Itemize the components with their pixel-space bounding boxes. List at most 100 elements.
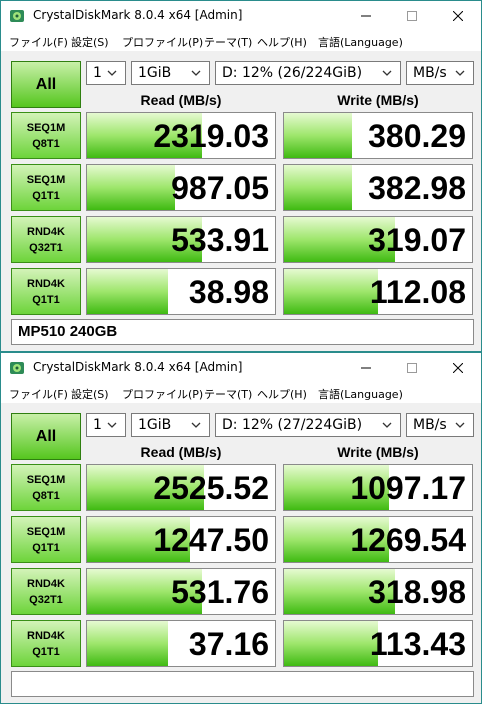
test-label-line2: Q8T1 <box>32 489 60 502</box>
close-icon <box>453 363 463 373</box>
test-button-seq1m-q8t1[interactable]: SEQ1M Q8T1 <box>11 464 81 511</box>
menu-bar: ファイル(F) 設定(S) プロファイル(P) テーマ(T) ヘルプ(H) 言語… <box>1 31 481 51</box>
menu-theme[interactable]: テーマ(T) <box>204 34 252 50</box>
chevron-down-icon <box>455 70 465 76</box>
test-label-line1: RND4K <box>27 577 65 590</box>
test-button-rnd4k-q32t1[interactable]: RND4K Q32T1 <box>11 216 81 263</box>
minimize-button[interactable] <box>343 1 389 31</box>
test-button-rnd4k-q1t1[interactable]: RND4K Q1T1 <box>11 268 81 315</box>
read-result: 987.05 <box>86 164 276 211</box>
test-label-line2: Q1T1 <box>32 293 60 306</box>
menu-file[interactable]: ファイル(F) <box>9 386 68 402</box>
test-label-line1: RND4K <box>27 277 65 290</box>
test-button-seq1m-q1t1[interactable]: SEQ1M Q1T1 <box>11 164 81 211</box>
drive-value: D: 12% (26/224GiB) <box>222 65 363 81</box>
cdm-window-bottom: CrystalDiskMark 8.0.4 x64 [Admin] ファイル(F… <box>0 352 482 704</box>
chevron-down-icon <box>455 422 465 428</box>
test-button-rnd4k-q1t1[interactable]: RND4K Q1T1 <box>11 620 81 667</box>
minimize-icon <box>361 15 371 17</box>
read-header: Read (MB/s) <box>140 92 222 108</box>
comment-field[interactable] <box>11 671 474 697</box>
read-value: 987.05 <box>171 170 269 206</box>
chevron-down-icon <box>191 70 201 76</box>
write-level-bar <box>284 165 352 210</box>
test-button-seq1m-q8t1[interactable]: SEQ1M Q8T1 <box>11 112 81 159</box>
read-header: Read (MB/s) <box>140 444 222 460</box>
size-value: 1GiB <box>138 417 172 433</box>
test-label-line2: Q8T1 <box>32 137 60 150</box>
menu-theme[interactable]: テーマ(T) <box>204 386 252 402</box>
write-result: 382.98 <box>283 164 473 211</box>
unit-select[interactable]: MB/s <box>406 413 474 437</box>
drive-select[interactable]: D: 12% (26/224GiB) <box>215 61 401 85</box>
menu-file[interactable]: ファイル(F) <box>9 34 68 50</box>
menu-language[interactable]: 言語(Language) <box>318 386 403 402</box>
write-level-bar <box>284 113 352 158</box>
size-select[interactable]: 1GiB <box>131 413 210 437</box>
maximize-button[interactable] <box>389 353 435 383</box>
write-value: 319.07 <box>368 222 466 258</box>
write-level-bar <box>284 269 378 314</box>
close-button[interactable] <box>435 1 481 31</box>
write-result: 319.07 <box>283 216 473 263</box>
close-icon <box>453 11 463 21</box>
menu-help[interactable]: ヘルプ(H) <box>257 386 307 402</box>
test-button-rnd4k-q32t1[interactable]: RND4K Q32T1 <box>11 568 81 615</box>
test-label-line1: SEQ1M <box>26 173 66 186</box>
write-result: 1269.54 <box>283 516 473 563</box>
write-level-bar <box>284 621 378 666</box>
menu-profile[interactable]: プロファイル(P) <box>122 386 203 402</box>
write-header: Write (MB/s) <box>337 444 419 460</box>
test-button-seq1m-q1t1[interactable]: SEQ1M Q1T1 <box>11 516 81 563</box>
drive-select[interactable]: D: 12% (27/224GiB) <box>215 413 401 437</box>
write-value: 382.98 <box>368 170 466 206</box>
read-level-bar <box>87 269 168 314</box>
menu-settings[interactable]: 設定(S) <box>71 386 109 402</box>
menu-language[interactable]: 言語(Language) <box>318 34 403 50</box>
minimize-button[interactable] <box>343 353 389 383</box>
maximize-icon <box>407 363 417 373</box>
read-result: 1247.50 <box>86 516 276 563</box>
write-value: 1269.54 <box>350 522 466 558</box>
maximize-button[interactable] <box>389 1 435 31</box>
count-select[interactable]: 1 <box>86 61 126 85</box>
test-label-line1: RND4K <box>27 629 65 642</box>
test-label-line2: Q32T1 <box>29 593 63 606</box>
read-value: 531.76 <box>171 574 269 610</box>
read-value: 2319.03 <box>153 118 269 154</box>
write-value: 113.43 <box>369 626 466 662</box>
all-button[interactable]: All <box>11 413 81 460</box>
test-label-line2: Q1T1 <box>32 541 60 554</box>
write-header: Write (MB/s) <box>337 92 419 108</box>
read-value: 38.98 <box>188 274 269 310</box>
write-value: 1097.17 <box>350 470 466 506</box>
size-select[interactable]: 1GiB <box>131 61 210 85</box>
crystaldiskmark-app-icon <box>10 10 24 22</box>
title-bar[interactable]: CrystalDiskMark 8.0.4 x64 [Admin] <box>1 1 481 31</box>
comment-field[interactable]: MP510 240GB <box>11 319 474 345</box>
unit-select[interactable]: MB/s <box>406 61 474 85</box>
write-result: 112.08 <box>283 268 473 315</box>
read-level-bar <box>87 621 168 666</box>
menu-settings[interactable]: 設定(S) <box>71 34 109 50</box>
test-label-line2: Q32T1 <box>29 241 63 254</box>
crystaldiskmark-app-icon <box>10 362 24 374</box>
menu-profile[interactable]: プロファイル(P) <box>122 34 203 50</box>
write-result: 380.29 <box>283 112 473 159</box>
title-bar[interactable]: CrystalDiskMark 8.0.4 x64 [Admin] <box>1 353 481 383</box>
cdm-window-top: CrystalDiskMark 8.0.4 x64 [Admin] ファイル(F… <box>0 0 482 352</box>
count-value: 1 <box>93 65 102 81</box>
close-button[interactable] <box>435 353 481 383</box>
write-result: 318.98 <box>283 568 473 615</box>
read-result: 2525.52 <box>86 464 276 511</box>
menu-help[interactable]: ヘルプ(H) <box>257 34 307 50</box>
count-select[interactable]: 1 <box>86 413 126 437</box>
test-label-line1: SEQ1M <box>26 473 66 486</box>
window-title: CrystalDiskMark 8.0.4 x64 [Admin] <box>33 360 243 374</box>
read-result: 2319.03 <box>86 112 276 159</box>
write-result: 113.43 <box>283 620 473 667</box>
size-value: 1GiB <box>138 65 172 81</box>
read-result: 531.76 <box>86 568 276 615</box>
all-button[interactable]: All <box>11 61 81 108</box>
write-result: 1097.17 <box>283 464 473 511</box>
